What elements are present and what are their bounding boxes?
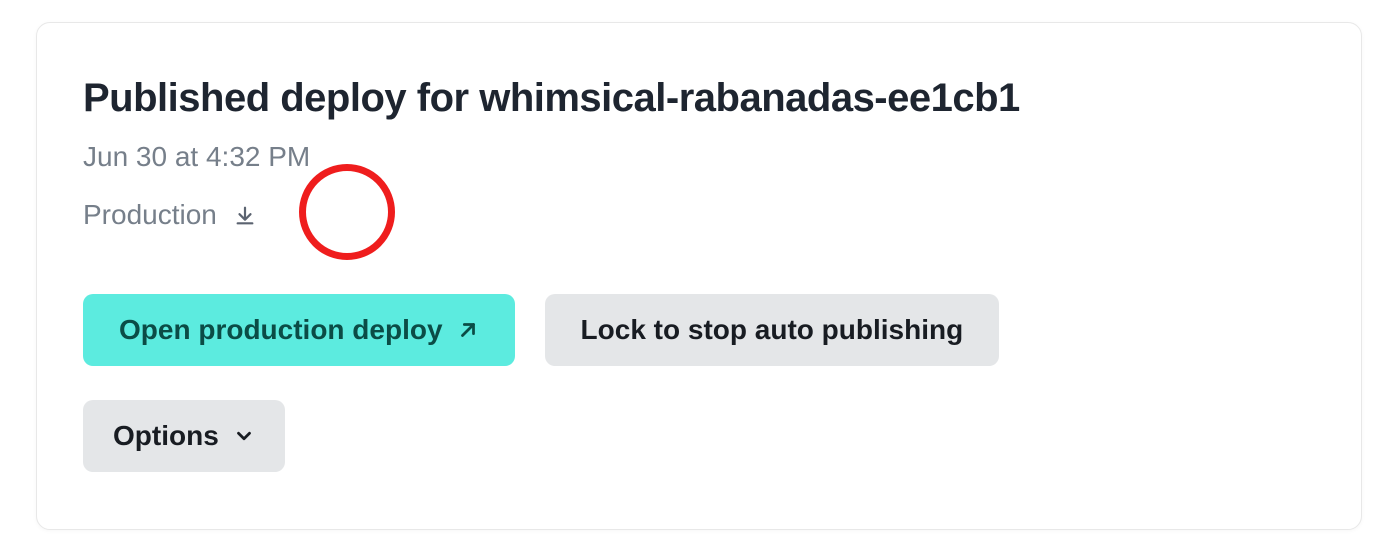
lock-auto-publishing-label: Lock to stop auto publishing [581,316,964,344]
open-production-deploy-button[interactable]: Open production deploy [83,294,515,366]
annotation-circle [299,164,395,260]
environment-label: Production [83,197,217,233]
deploy-timestamp: Jun 30 at 4:32 PM [83,139,1315,175]
options-label: Options [113,422,219,450]
primary-actions-row: Open production deploy Lock to stop auto… [83,294,1315,366]
download-icon[interactable] [231,202,259,230]
external-link-icon [457,319,479,341]
environment-row: Production [83,197,1315,233]
options-button[interactable]: Options [83,400,285,472]
deploy-card: Published deploy for whimsical-rabanadas… [36,22,1362,530]
secondary-actions-row: Options [83,400,1315,472]
open-production-deploy-label: Open production deploy [119,316,443,344]
chevron-down-icon [233,425,255,447]
page-title: Published deploy for whimsical-rabanadas… [83,75,1315,121]
lock-auto-publishing-button[interactable]: Lock to stop auto publishing [545,294,1000,366]
